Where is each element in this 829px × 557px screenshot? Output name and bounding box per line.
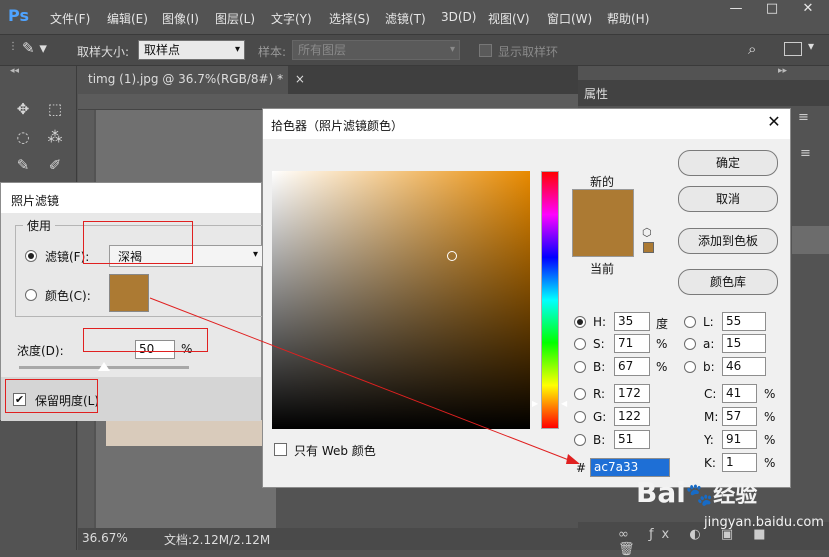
annotation-arrow [149, 297, 580, 464]
watermark-brand: Bai [636, 476, 686, 509]
watermark-brand2: 经验 [713, 483, 758, 508]
baidu-watermark: Bai🐾经验 [636, 476, 757, 509]
paw-icon: 🐾 [685, 483, 714, 508]
watermark-url: jingyan.baidu.com [704, 515, 824, 530]
